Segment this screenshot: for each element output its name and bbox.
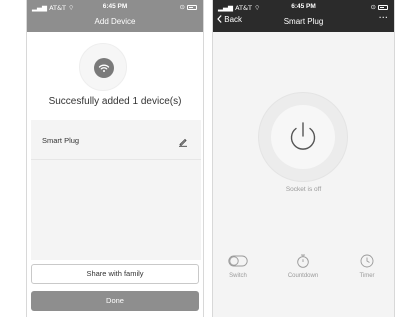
switch-action[interactable]: Switch	[218, 254, 258, 279]
page-title: Smart Plug	[283, 17, 324, 26]
socket-status-label: Socket is off	[285, 186, 322, 193]
timer-action[interactable]: Timer	[347, 254, 387, 279]
status-bar: ▂▄▆ AT&T ⌔ 6:45 PM ⊙	[213, 0, 394, 13]
wifi-icon	[94, 58, 114, 78]
clock-icon	[360, 254, 374, 268]
clock-label: 6:45 PM	[291, 3, 316, 10]
share-with-family-button[interactable]: Share with family	[31, 264, 199, 284]
power-button[interactable]	[258, 92, 348, 182]
device-row[interactable]: Smart Plug	[31, 120, 201, 160]
add-device-screen: ▂▄▆ AT&T ⌔ 6:45 PM ⊙ Add Device Succesfu…	[26, 0, 204, 317]
header-bar: ▂▄▆ AT&T ⌔ 6:45 PM ⊙ Back Smart Plug ···	[213, 0, 394, 32]
more-options-button[interactable]: ···	[378, 13, 388, 24]
power-button-face[interactable]	[271, 105, 335, 169]
wifi-badge	[79, 43, 127, 91]
done-button[interactable]: Done	[31, 291, 199, 311]
success-message: Succesfully added 1 device(s)	[48, 96, 182, 107]
clock-label: 6:45 PM	[102, 3, 128, 10]
timer-label: Timer	[359, 273, 375, 279]
device-name-label: Smart Plug	[42, 136, 80, 145]
header-bar: ▂▄▆ AT&T ⌔ 6:45 PM ⊙ Add Device	[27, 0, 203, 32]
smart-plug-screen: ▂▄▆ AT&T ⌔ 6:45 PM ⊙ Back Smart Plug ···…	[212, 0, 395, 317]
power-icon	[290, 122, 316, 150]
stopwatch-icon	[297, 254, 309, 268]
edit-pencil-icon[interactable]	[178, 134, 188, 147]
toggle-switch-icon	[228, 255, 248, 267]
battery-icon: ⊙	[180, 3, 197, 11]
countdown-label: Countdown	[287, 273, 319, 279]
status-bar: ▂▄▆ AT&T ⌔ 6:45 PM ⊙	[27, 0, 203, 13]
page-title: Add Device	[94, 17, 136, 26]
battery-icon: ⊙	[371, 3, 388, 11]
switch-label: Switch	[229, 273, 247, 279]
countdown-action[interactable]: Countdown	[283, 254, 323, 279]
device-list: Smart Plug	[31, 120, 201, 260]
